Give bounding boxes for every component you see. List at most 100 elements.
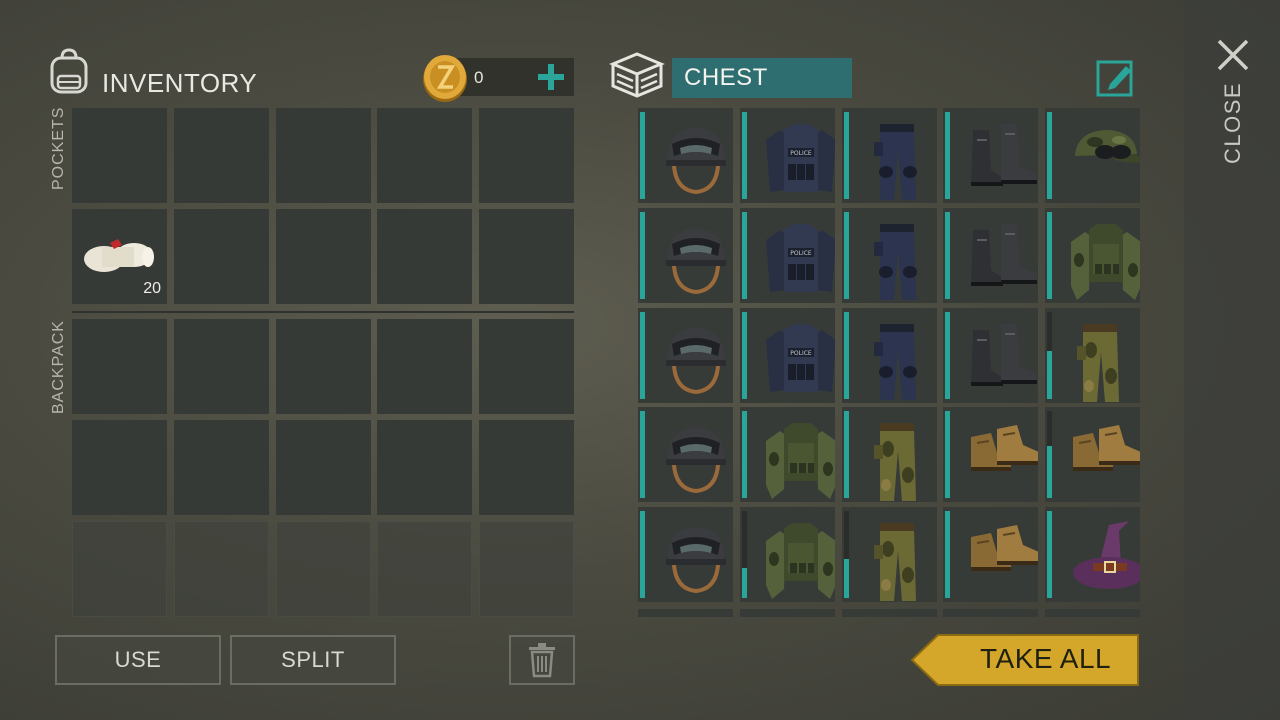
pocket-slot[interactable] xyxy=(479,108,574,203)
chest-slot[interactable] xyxy=(740,407,835,502)
pocket-slot[interactable] xyxy=(276,209,371,304)
durability-fill xyxy=(844,312,849,399)
svg-text:POLICE: POLICE xyxy=(790,250,812,257)
durability-fill xyxy=(640,112,645,199)
inventory-title: INVENTORY xyxy=(102,68,258,98)
durability-fill xyxy=(742,312,747,399)
backpack-slot[interactable] xyxy=(276,420,371,515)
durability-fill xyxy=(742,411,747,498)
durability-bar xyxy=(844,411,849,498)
edit-icon[interactable] xyxy=(1096,58,1136,98)
chest-slot[interactable] xyxy=(943,507,1038,602)
pocket-slot[interactable] xyxy=(174,108,269,203)
backpack-slot[interactable] xyxy=(72,420,167,515)
chest-slot[interactable] xyxy=(1045,308,1140,403)
pocket-slot[interactable] xyxy=(377,108,472,203)
durability-bar xyxy=(1047,511,1052,598)
svg-text:POLICE: POLICE xyxy=(790,150,812,157)
backpack-slot[interactable] xyxy=(276,521,371,617)
chest-slot[interactable] xyxy=(943,407,1038,502)
use-button[interactable]: USE xyxy=(55,635,221,685)
durability-fill xyxy=(640,411,645,498)
chest-slot[interactable]: POLICE xyxy=(740,308,835,403)
durability-fill xyxy=(844,411,849,498)
pocket-slot[interactable] xyxy=(276,108,371,203)
durability-fill xyxy=(742,212,747,299)
durability-bar xyxy=(945,112,950,199)
durability-fill xyxy=(742,112,747,199)
backpack-slot[interactable] xyxy=(72,319,167,414)
chest-slot[interactable] xyxy=(1045,407,1140,502)
chest-slot[interactable] xyxy=(842,308,937,403)
durability-fill xyxy=(945,212,950,299)
item-quantity: 20 xyxy=(143,280,161,297)
durability-fill xyxy=(1047,112,1052,199)
backpack-slot[interactable] xyxy=(276,319,371,414)
durability-fill xyxy=(1047,445,1052,498)
chest-title: CHEST xyxy=(684,64,768,91)
backpack-slot[interactable] xyxy=(174,319,269,414)
chest-slot[interactable] xyxy=(1045,507,1140,602)
chest-slot[interactable] xyxy=(638,507,733,602)
chest-slot[interactable] xyxy=(638,208,733,303)
chest-slot[interactable] xyxy=(943,108,1038,203)
durability-fill xyxy=(1047,511,1052,598)
chest-slot[interactable] xyxy=(943,308,1038,403)
chest-slot[interactable] xyxy=(842,108,937,203)
durability-fill xyxy=(945,411,950,498)
backpack-slot[interactable] xyxy=(479,420,574,515)
chest-slot[interactable] xyxy=(842,507,937,602)
durability-bar xyxy=(742,212,747,299)
chest-slot-partial xyxy=(1045,609,1140,617)
chest-slot[interactable] xyxy=(638,407,733,502)
durability-bar xyxy=(742,312,747,399)
chest-slot-partial xyxy=(842,609,937,617)
chest-slot[interactable] xyxy=(740,507,835,602)
split-button[interactable]: SPLIT xyxy=(230,635,396,685)
chest-slot[interactable] xyxy=(638,308,733,403)
durability-bar xyxy=(1047,212,1052,299)
close-x-icon[interactable] xyxy=(1216,38,1250,72)
close-label[interactable]: CLOSE xyxy=(1220,82,1246,164)
chest-slot[interactable] xyxy=(842,407,937,502)
durability-bar xyxy=(640,511,645,598)
chest-slot[interactable]: POLICE xyxy=(740,208,835,303)
plus-icon[interactable] xyxy=(536,60,566,94)
chest-slot[interactable] xyxy=(842,208,937,303)
backpack-slot[interactable] xyxy=(479,319,574,414)
backpack-slot[interactable] xyxy=(377,319,472,414)
durability-fill xyxy=(844,212,849,299)
backpack-slot[interactable] xyxy=(174,521,269,617)
pocket-slot[interactable] xyxy=(479,209,574,304)
chest-slot[interactable] xyxy=(1045,108,1140,203)
take-all-label: TAKE ALL xyxy=(980,643,1112,674)
backpack-slot[interactable] xyxy=(377,521,472,617)
durability-fill xyxy=(640,212,645,299)
pocket-slot[interactable] xyxy=(72,108,167,203)
durability-bar xyxy=(844,312,849,399)
durability-bar xyxy=(1047,312,1052,399)
durability-fill xyxy=(1047,212,1052,299)
durability-fill xyxy=(945,112,950,199)
chest-slot[interactable] xyxy=(943,208,1038,303)
durability-bar xyxy=(945,411,950,498)
durability-bar xyxy=(844,112,849,199)
backpack-slot[interactable] xyxy=(72,521,167,617)
chest-slot-partial xyxy=(943,609,1038,617)
backpack-slot[interactable] xyxy=(479,521,574,617)
backpack-label: BACKPACK xyxy=(50,320,67,414)
backpack-slot[interactable] xyxy=(377,420,472,515)
pocket-slot[interactable] xyxy=(377,209,472,304)
pocket-slot[interactable] xyxy=(174,209,269,304)
trash-button[interactable] xyxy=(509,635,575,685)
section-divider xyxy=(72,311,574,313)
chest-slot[interactable]: POLICE xyxy=(740,108,835,203)
durability-bar xyxy=(742,511,747,598)
pocket-slot[interactable]: 20 xyxy=(72,209,167,304)
chest-icon xyxy=(609,52,665,98)
durability-bar xyxy=(742,112,747,199)
chest-slot[interactable] xyxy=(1045,208,1140,303)
backpack-slot[interactable] xyxy=(174,420,269,515)
chest-slot[interactable] xyxy=(638,108,733,203)
pockets-label: POCKETS xyxy=(50,106,67,190)
